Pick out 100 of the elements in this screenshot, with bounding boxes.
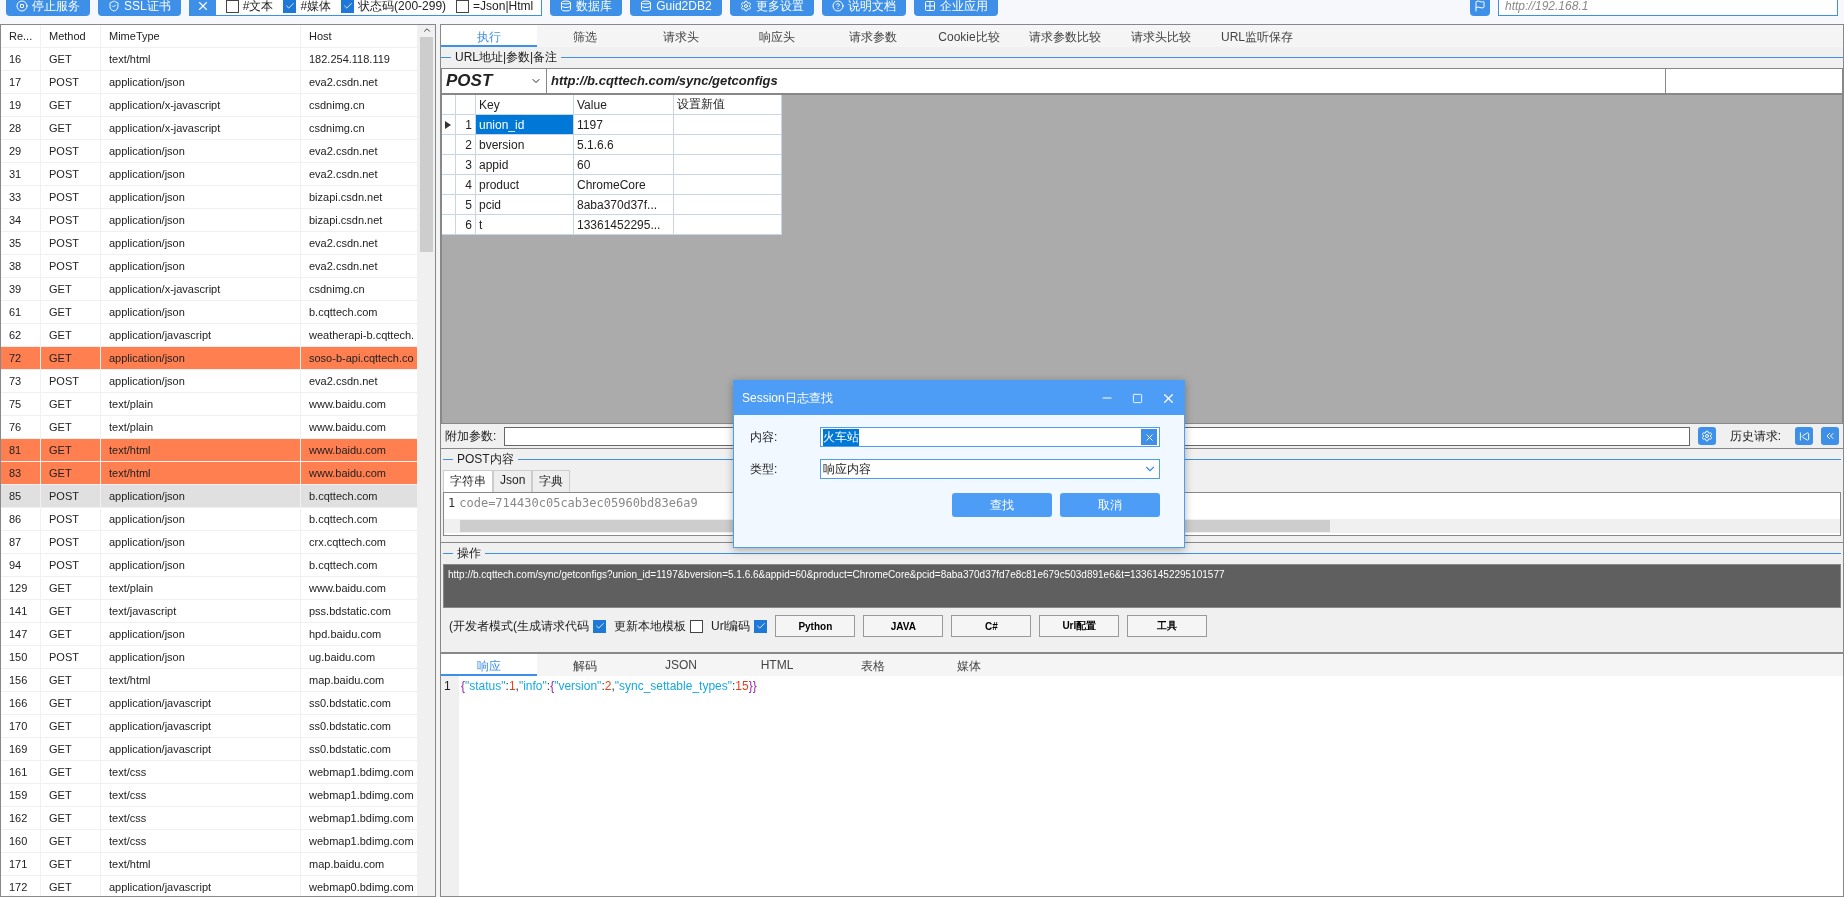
table-cell[interactable]: appid xyxy=(476,155,574,174)
session-row[interactable]: 147 GET application/json hpd.baidu.com xyxy=(1,623,418,646)
table-cell: application/json xyxy=(101,71,301,93)
code-button[interactable]: 工具 xyxy=(1127,615,1208,637)
checkbox[interactable] xyxy=(225,0,239,13)
tab[interactable]: JSON xyxy=(633,654,729,676)
table-cell: GET xyxy=(41,876,101,896)
column-header[interactable]: Key xyxy=(476,95,574,114)
session-row[interactable]: 73 POST application/json eva2.csdn.net xyxy=(1,370,418,393)
code-button[interactable]: Url配置 xyxy=(1039,615,1120,637)
clear-button[interactable] xyxy=(1141,429,1157,445)
column-header[interactable]: Re... xyxy=(1,25,41,47)
tab[interactable]: 请求参数比较 xyxy=(1017,25,1113,47)
table-cell[interactable]: union_id xyxy=(476,115,574,134)
tab[interactable]: 字符串 xyxy=(443,470,493,492)
table-cell[interactable]: 1197 xyxy=(574,115,674,134)
clear-button[interactable] xyxy=(189,0,216,15)
scrollbar[interactable] xyxy=(418,25,435,896)
tab[interactable]: 解码 xyxy=(537,654,633,676)
chevron-up-icon[interactable] xyxy=(421,25,432,35)
table-cell[interactable]: 13361452295... xyxy=(574,215,674,234)
table-cell[interactable]: ChromeCore xyxy=(574,175,674,194)
flag-button[interactable] xyxy=(1470,0,1490,16)
checkbox[interactable] xyxy=(456,0,470,13)
table-cell[interactable]: 60 xyxy=(574,155,674,174)
content-field[interactable]: 火车站 xyxy=(820,427,1160,447)
session-row[interactable]: 29 POST application/json eva2.csdn.net xyxy=(1,140,418,163)
session-row[interactable]: 35 POST application/json eva2.csdn.net xyxy=(1,232,418,255)
table-cell[interactable]: pcid xyxy=(476,195,574,214)
table-cell[interactable]: t xyxy=(476,215,574,234)
column-header[interactable]: 设置新值 xyxy=(674,95,782,114)
column-header[interactable]: Value xyxy=(574,95,674,114)
session-row[interactable]: 159 GET text/css webmap1.bdimg.com xyxy=(1,784,418,807)
session-row[interactable]: 150 POST application/json ug.baidu.com xyxy=(1,646,418,669)
column-header[interactable]: MimeType xyxy=(101,25,301,47)
session-row[interactable]: 33 POST application/json bizapi.csdn.net xyxy=(1,186,418,209)
session-row[interactable]: 156 GET text/html map.baidu.com xyxy=(1,669,418,692)
code-button[interactable]: C# xyxy=(951,615,1032,637)
session-row[interactable]: 141 GET text/javascript pss.bdstatic.com xyxy=(1,600,418,623)
tab[interactable]: 请求头 xyxy=(633,25,729,47)
session-row[interactable]: 129 GET text/plain www.baidu.com xyxy=(1,577,418,600)
tab[interactable]: 响应 xyxy=(441,654,537,676)
tab[interactable]: 请求头比较 xyxy=(1113,25,1209,47)
session-row[interactable]: 38 POST application/json eva2.csdn.net xyxy=(1,255,418,278)
type-select[interactable]: 响应内容 xyxy=(820,459,1160,479)
scrollbar-thumb[interactable] xyxy=(420,37,433,252)
table-cell[interactable]: bversion xyxy=(476,135,574,154)
tab[interactable]: URL监听保存 xyxy=(1209,25,1305,47)
tab[interactable]: 请求参数 xyxy=(825,25,921,47)
table-cell: GET xyxy=(41,301,101,323)
session-row[interactable]: 75 GET text/plain www.baidu.com xyxy=(1,393,418,416)
gear-button[interactable] xyxy=(1697,427,1716,445)
session-row[interactable]: 169 GET application/javascript ss0.bdstatic.com xyxy=(1,738,418,761)
session-row[interactable]: 39 GET application/x-javascript csdnimg.cn xyxy=(1,278,418,301)
checkbox[interactable] xyxy=(283,0,297,13)
table-cell[interactable]: 5.1.6.6 xyxy=(574,135,674,154)
code-button[interactable]: JAVA xyxy=(863,615,944,637)
session-row[interactable]: 72 GET application/json soso-b-api.cqttech.co xyxy=(1,347,418,370)
session-row[interactable]: 86 POST application/json b.cqttech.com xyxy=(1,508,418,531)
session-row[interactable]: 19 GET application/x-javascript csdnimg.cn xyxy=(1,94,418,117)
session-row[interactable]: 94 POST application/json b.cqttech.com xyxy=(1,554,418,577)
session-row[interactable]: 76 GET text/plain www.baidu.com xyxy=(1,416,418,439)
session-row[interactable]: 161 GET text/css webmap1.bdimg.com xyxy=(1,761,418,784)
checkbox[interactable] xyxy=(690,619,703,633)
tab[interactable]: Json xyxy=(493,470,533,492)
code-button[interactable]: Python xyxy=(775,615,856,637)
session-row[interactable]: 16 GET text/html 182.254.118.119 xyxy=(1,48,418,71)
table-cell[interactable]: 8aba370d37f... xyxy=(574,195,674,214)
session-row[interactable]: 28 GET application/x-javascript csdnimg.cn xyxy=(1,117,418,140)
previous-button[interactable] xyxy=(1821,427,1839,445)
checkbox[interactable] xyxy=(341,0,355,13)
session-row[interactable]: 83 GET text/html www.baidu.com xyxy=(1,462,418,485)
checkbox[interactable] xyxy=(593,619,606,633)
session-row[interactable]: 34 POST application/json bizapi.csdn.net xyxy=(1,209,418,232)
address-field[interactable]: http://192.168.1 xyxy=(1498,0,1838,16)
first-button[interactable] xyxy=(1795,427,1813,445)
maximize-icon[interactable] xyxy=(1132,392,1143,404)
table-cell[interactable]: product xyxy=(476,175,574,194)
tab[interactable]: 响应头 xyxy=(729,25,825,47)
tab[interactable]: 表格 xyxy=(825,654,921,676)
column-header[interactable]: Method xyxy=(41,25,101,47)
tab[interactable]: Cookie比较 xyxy=(921,25,1017,47)
session-row[interactable]: 171 GET text/html map.baidu.com xyxy=(1,853,418,876)
session-row[interactable]: 61 GET application/json b.cqttech.com xyxy=(1,301,418,324)
session-row[interactable]: 160 GET text/css webmap1.bdimg.com xyxy=(1,830,418,853)
session-row[interactable]: 166 GET application/javascript ss0.bdstatic.com xyxy=(1,692,418,715)
session-row[interactable]: 87 POST application/json crx.cqttech.com xyxy=(1,531,418,554)
tab[interactable]: 字典 xyxy=(532,470,571,492)
session-row[interactable]: 81 GET text/html www.baidu.com xyxy=(1,439,418,462)
session-row[interactable]: 31 POST application/json eva2.csdn.net xyxy=(1,163,418,186)
session-row[interactable]: 85 POST application/json b.cqttech.com xyxy=(1,485,418,508)
session-row[interactable]: 17 POST application/json eva2.csdn.net xyxy=(1,71,418,94)
tab[interactable]: HTML xyxy=(729,654,825,676)
session-row[interactable]: 162 GET text/css webmap1.bdimg.com xyxy=(1,807,418,830)
tab[interactable]: 媒体 xyxy=(921,654,1017,676)
tab[interactable]: 筛选 xyxy=(537,25,633,47)
session-row[interactable]: 170 GET application/javascript ss0.bdstatic.com xyxy=(1,715,418,738)
tab[interactable]: 执行 xyxy=(441,25,537,47)
session-row[interactable]: 62 GET application/javascript weatherapi-b.cqttech. xyxy=(1,324,418,347)
checkbox[interactable] xyxy=(754,619,768,633)
